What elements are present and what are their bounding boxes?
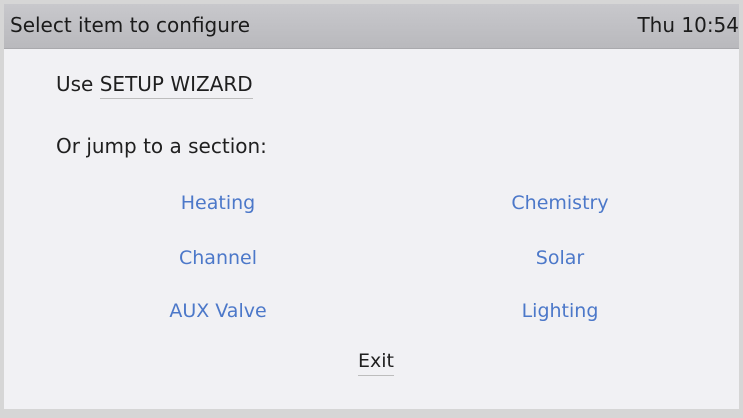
device-bezel: Select item to configure Thu 10:54 Use S… — [0, 0, 743, 418]
clock: Thu 10:54 — [637, 13, 739, 37]
setup-wizard-button[interactable]: SETUP WIZARD — [99, 72, 253, 99]
section-lighting-link[interactable]: Lighting — [522, 300, 599, 322]
section-aux-valve-link[interactable]: AUX Valve — [169, 300, 266, 322]
section-chemistry-link[interactable]: Chemistry — [511, 192, 608, 214]
jump-prompt: Or jump to a section: — [56, 134, 267, 158]
exit-button[interactable]: Exit — [358, 350, 394, 376]
wizard-prefix: Use — [56, 72, 94, 96]
section-solar-link[interactable]: Solar — [536, 247, 584, 269]
page-title: Select item to configure — [10, 13, 250, 37]
section-channel-link[interactable]: Channel — [179, 247, 257, 269]
title-bar: Select item to configure Thu 10:54 — [4, 4, 739, 49]
setup-wizard-row: Use SETUP WIZARD — [56, 72, 253, 99]
touch-screen: Select item to configure Thu 10:54 Use S… — [4, 4, 739, 409]
section-heating-link[interactable]: Heating — [181, 192, 255, 214]
